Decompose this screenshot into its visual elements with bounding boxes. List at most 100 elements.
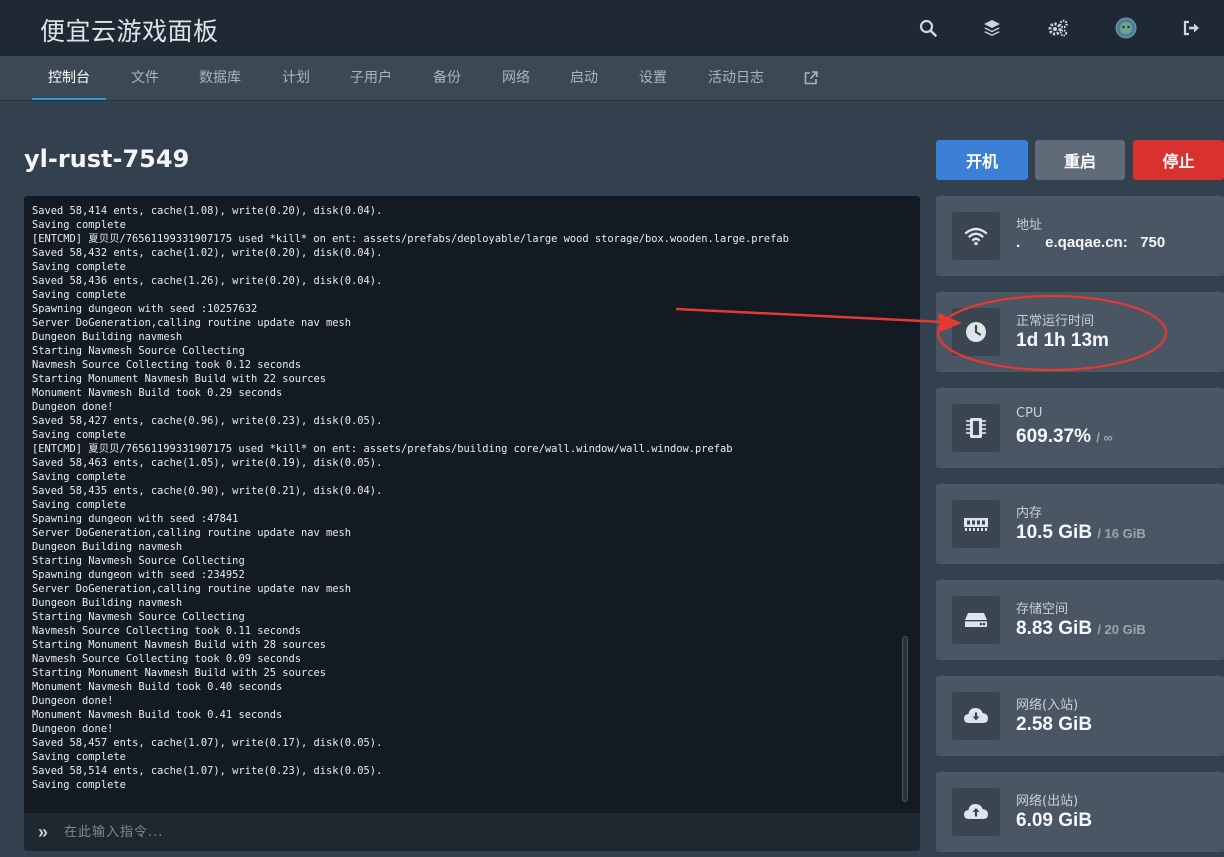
network-out-label: 网络(出站) xyxy=(1016,794,1079,809)
disk-usage: 8.83 GiB xyxy=(1016,618,1093,639)
address-label: 地址 xyxy=(1016,218,1043,233)
console-line: Server DoGeneration,calling routine upda… xyxy=(32,527,352,539)
console-line: [ENTCMD] 夏贝贝/76561199331907175 used *kil… xyxy=(32,233,789,245)
start-button[interactable]: 开机 xyxy=(936,140,1028,180)
stat-card-disk: 存储空间 8.83 GiB / 20 GiB xyxy=(936,580,1224,660)
memory-limit: / 16 GiB xyxy=(1097,526,1146,541)
stop-button[interactable]: 停止 xyxy=(1133,140,1224,180)
console-line: Monument Navmesh Build took 0.40 seconds xyxy=(32,681,283,693)
console-line: Server DoGeneration,calling routine upda… xyxy=(32,583,352,595)
tab-console[interactable]: 控制台 xyxy=(32,56,106,100)
stat-card-uptime: 正常运行时间 1d 1h 13m xyxy=(936,292,1224,372)
cloud-upload-icon xyxy=(952,788,1000,836)
console-line: Dungeon done! xyxy=(32,695,114,707)
console-line: Spawning dungeon with seed :234952 xyxy=(32,569,245,581)
command-prompt-icon: » xyxy=(38,822,49,842)
console-line: Navmesh Source Collecting took 0.09 seco… xyxy=(32,653,301,665)
console-line: Saving complete xyxy=(32,261,126,273)
disk-limit: / 20 GiB xyxy=(1097,622,1146,637)
command-bar: » xyxy=(24,813,920,851)
external-link-icon[interactable] xyxy=(800,56,822,100)
cogs-icon[interactable] xyxy=(1046,16,1070,40)
console-line: Starting Monument Navmesh Build with 25 … xyxy=(32,667,327,679)
clock-icon xyxy=(952,308,1000,356)
console-line: Dungeon done! xyxy=(32,401,114,413)
console-line: Spawning dungeon with seed :47841 xyxy=(32,513,239,525)
uptime-value: 1d 1h 13m xyxy=(1016,330,1109,351)
console-line: Saving complete xyxy=(32,471,126,483)
memory-usage: 10.5 GiB xyxy=(1016,522,1093,543)
cloud-download-icon xyxy=(952,692,1000,740)
console-line: Saved 58,435 ents, cache(0.90), write(0.… xyxy=(32,485,383,497)
console-line: Saving complete xyxy=(32,429,126,441)
console-log: Saved 58,414 ents, cache(1.08), write(0.… xyxy=(32,204,900,792)
uptime-label: 正常运行时间 xyxy=(1016,314,1095,329)
console-line: Navmesh Source Collecting took 0.11 seco… xyxy=(32,625,301,637)
console-line: Dungeon Building navmesh xyxy=(32,331,183,343)
console-line: Monument Navmesh Build took 0.41 seconds xyxy=(32,709,283,721)
console-line: Starting Navmesh Source Collecting xyxy=(32,555,245,567)
console-line: Saved 58,414 ents, cache(1.08), write(0.… xyxy=(32,205,383,217)
server-name: yl-rust-7549 xyxy=(24,145,190,173)
console-line: Server DoGeneration,calling routine upda… xyxy=(32,317,352,329)
tab-startup[interactable]: 启动 xyxy=(562,56,606,100)
memory-icon xyxy=(952,500,1000,548)
cpu-chip-icon xyxy=(952,404,1000,452)
console-line: Saved 58,427 ents, cache(0.96), write(0.… xyxy=(32,415,383,427)
console-line: Saving complete xyxy=(32,499,126,511)
search-icon[interactable] xyxy=(916,16,940,40)
app-title[interactable]: 便宜云游戏面板 xyxy=(40,12,219,48)
network-in-label: 网络(入站) xyxy=(1016,698,1079,713)
restart-button[interactable]: 重启 xyxy=(1035,140,1125,180)
tab-activity-log[interactable]: 活动日志 xyxy=(700,56,772,100)
network-in-value: 2.58 GiB xyxy=(1016,714,1093,735)
disk-label: 存储空间 xyxy=(1016,602,1069,617)
console-line: Starting Monument Navmesh Build with 22 … xyxy=(32,373,327,385)
console-scrollbar[interactable] xyxy=(902,636,908,802)
tab-schedules[interactable]: 计划 xyxy=(274,56,318,100)
disk-value: 8.83 GiB / 20 GiB xyxy=(1016,618,1146,640)
console-line: Saving complete xyxy=(32,751,126,763)
wifi-icon xyxy=(952,212,1000,260)
console-line: Saved 58,432 ents, cache(1.02), write(0.… xyxy=(32,247,383,259)
tab-files[interactable]: 文件 xyxy=(122,56,168,100)
console-line: Dungeon Building navmesh xyxy=(32,597,183,609)
stat-card-memory: 内存 10.5 GiB / 16 GiB xyxy=(936,484,1224,564)
memory-value: 10.5 GiB / 16 GiB xyxy=(1016,522,1146,544)
command-input[interactable] xyxy=(64,819,904,845)
layers-icon[interactable] xyxy=(980,16,1004,40)
console-line: Starting Monument Navmesh Build with 28 … xyxy=(32,639,327,651)
tab-databases[interactable]: 数据库 xyxy=(191,56,249,100)
console-output[interactable]: Saved 58,414 ents, cache(1.08), write(0.… xyxy=(24,196,920,813)
stat-card-network-in: 网络(入站) 2.58 GiB xyxy=(936,676,1224,756)
console-line: Starting Navmesh Source Collecting xyxy=(32,611,245,623)
tab-settings[interactable]: 设置 xyxy=(631,56,675,100)
console-line: Saved 58,463 ents, cache(1.05), write(0.… xyxy=(32,457,383,469)
tab-subusers[interactable]: 子用户 xyxy=(342,56,400,100)
cpu-label: CPU xyxy=(1016,406,1043,421)
user-avatar[interactable] xyxy=(1114,16,1138,40)
memory-label: 内存 xyxy=(1016,506,1043,521)
console-line: Dungeon Building navmesh xyxy=(32,541,183,553)
console-line: Navmesh Source Collecting took 0.12 seco… xyxy=(32,359,301,371)
console-line: Saved 58,436 ents, cache(1.26), write(0.… xyxy=(32,275,383,287)
tab-backups[interactable]: 备份 xyxy=(425,56,469,100)
console-line: Dungeon done! xyxy=(32,723,114,735)
console-line: Monument Navmesh Build took 0.29 seconds xyxy=(32,387,283,399)
console-line: Saving complete xyxy=(32,289,126,301)
hdd-icon xyxy=(952,596,1000,644)
console-line: Spawning dungeon with seed :10257632 xyxy=(32,303,258,315)
console-line: Saving complete xyxy=(32,779,126,791)
sub-navigation: 控制台 文件 数据库 计划 子用户 备份 网络 启动 设置 活动日志 xyxy=(0,56,1224,101)
address-value[interactable]: . e.qaqae.cn: 750 xyxy=(1016,234,1165,251)
console-line: [ENTCMD] 夏贝贝/76561199331907175 used *kil… xyxy=(32,443,733,455)
console-line: Saving complete xyxy=(32,219,126,231)
cpu-usage: 609.37% xyxy=(1016,426,1092,447)
tab-network[interactable]: 网络 xyxy=(494,56,538,100)
stat-card-address: 地址 . e.qaqae.cn: 750 xyxy=(936,196,1224,276)
console-line: Saved 58,457 ents, cache(1.07), write(0.… xyxy=(32,737,383,749)
logout-icon[interactable] xyxy=(1180,16,1204,40)
stat-card-network-out: 网络(出站) 6.09 GiB xyxy=(936,772,1224,852)
console-line: Starting Navmesh Source Collecting xyxy=(32,345,245,357)
network-out-value: 6.09 GiB xyxy=(1016,810,1093,831)
